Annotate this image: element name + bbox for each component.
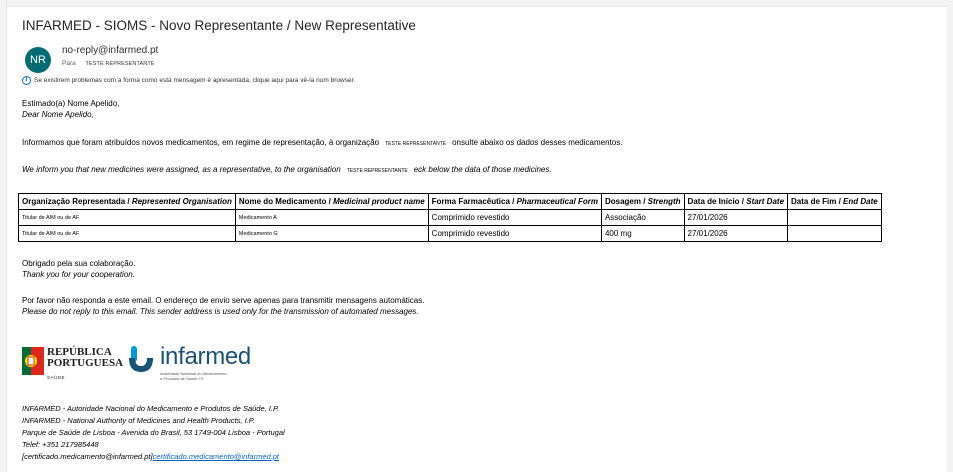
cell-organisation: Titular de AIM ou de AF [18,225,236,242]
view-in-browser-notice[interactable]: i Se existirem problemas com a forma com… [22,76,355,85]
sender-address[interactable]: no-reply@infarmed.pt [62,45,158,56]
cell-end-date [787,209,882,226]
organisation-tag-en: TESTE REPRESENTANTE [346,168,408,174]
header-strength-en: Strength [647,197,681,206]
noreply-en: Please do not reply to this email. This … [22,307,419,316]
window-right-edge [947,0,953,472]
organisation-tag-pt: TESTE REPRESENTANTE [385,141,447,147]
window-top-edge [0,0,953,7]
header-pharmaceutical-form-en: Pharmaceutical Form [516,197,598,206]
footer-email-line: [certificado.medicamento@infarmed.pt]cer… [22,452,279,461]
cell-end-date [787,225,882,242]
republica-line2: PORTUGUESA [47,357,124,369]
footer-line-1: INFARMED - Autoridade Nacional do Medica… [22,404,280,413]
cell-organisation: Titular de AIM ou de AF [18,209,236,226]
infarmed-wordmark: infarmed [160,343,251,370]
cell-product-name: Medicamento G [234,225,429,242]
cell-product-name: Medicamento A [234,209,429,226]
info-notice-text[interactable]: Se existirem problemas com a forma como … [34,77,355,84]
thanks-pt: Obrigado pela sua colaboração. [22,259,136,268]
cell-start-date: 27/01/2026 [683,209,789,226]
header-strength: Dosagem / Strength [600,193,685,210]
cell-strength: Associação [600,209,685,226]
infarmed-logo-icon [129,346,153,372]
header-strength-pt: Dosagem / [604,197,648,206]
noreply-pt: Por favor não responda a este email. O e… [22,296,425,305]
footer-logos: REPÚBLICA PORTUGUESA SAÚDE infarmed Auto… [22,340,252,385]
header-start-date: Data de Início / Start Date [683,193,789,210]
header-organisation-en: Represented Organisation [131,197,232,206]
header-product-name-en: Medicinal product name [333,197,425,206]
paragraph-pt-text: Informamos que foram atribuídos novos me… [22,138,380,147]
cell-pharmaceutical-form: Comprimido revestido [427,209,602,226]
header-end-date: Data de Fim / End Date [787,193,882,210]
to-label: Para [62,60,76,67]
header-pharmaceutical-form-pt: Forma Farmacêutica / [431,197,517,206]
header-end-date-en: End Date [843,197,878,206]
greeting-pt: Estimado(a) Nome Apelido, [22,99,120,108]
header-product-name-pt: Nome do Medicamento / [238,197,334,206]
republica-portuguesa-emblem-icon [22,347,44,375]
footer-line-2: INFARMED - National Authority of Medicin… [22,416,255,425]
sender-avatar[interactable]: NR [25,47,51,73]
email-subject: INFARMED - SIOMS - Novo Representante / … [22,18,416,33]
paragraph-pt: Informamos que foram atribuídos novos me… [22,138,622,147]
footer-email-prefix: [certificado.medicamento@infarmed.pt] [22,452,153,461]
cell-pharmaceutical-form: Comprimido revestido [427,225,602,242]
footer-line-3: Parque de Saúde de Lisboa - Avenida do B… [22,428,285,437]
footer-email-link[interactable]: certificado.medicamento@infarmed.pt [153,452,279,461]
paragraph-en: We inform you that new medicines were as… [22,165,552,174]
header-organisation-pt: Organização Representada / [22,197,132,206]
header-product-name: Nome do Medicamento / Medicinal product … [234,193,429,210]
header-start-date-en: Start Date [746,197,785,206]
cell-start-date: 27/01/2026 [683,225,789,242]
thanks-en: Thank you for your cooperation. [22,270,135,279]
cell-strength: 400 mg [600,225,685,242]
recipient-name[interactable]: TESTE REPRESENTANTE [86,61,155,67]
window-left-edge [0,0,7,472]
recipient-row: Para TESTE REPRESENTANTE [62,60,155,67]
header-end-date-pt: Data de Fim / [791,197,844,206]
republica-portuguesa-wordmark: REPÚBLICA PORTUGUESA [47,347,123,369]
republica-saude-label: SAÚDE [47,375,66,380]
table-header-row: Organização Representada / Represented O… [18,193,882,210]
info-icon: i [22,76,31,85]
paragraph-pt-text-end: onsulte abaixo os dados desses medicamen… [452,138,623,147]
table-row: Titular de AIM ou de AF Medicamento G Co… [18,225,882,242]
header-pharmaceutical-form: Forma Farmacêutica / Pharmaceutical Form [427,193,602,210]
header-start-date-pt: Data de Início / [687,197,747,206]
greeting-en: Dear Nome Apelido, [22,110,94,119]
header-organisation: Organização Representada / Represented O… [18,193,236,210]
table-row: Titular de AIM ou de AF Medicamento A Co… [18,209,882,226]
paragraph-en-text-end: eck below the data of those medicines. [413,165,552,174]
infarmed-subtitle: Autoridade Nacional do Medicamento e Pro… [160,371,227,381]
medicines-table: Organização Representada / Represented O… [18,193,882,242]
footer-line-4: Telef: +351 217985448 [22,440,99,449]
paragraph-en-text: We inform you that new medicines were as… [22,165,341,174]
